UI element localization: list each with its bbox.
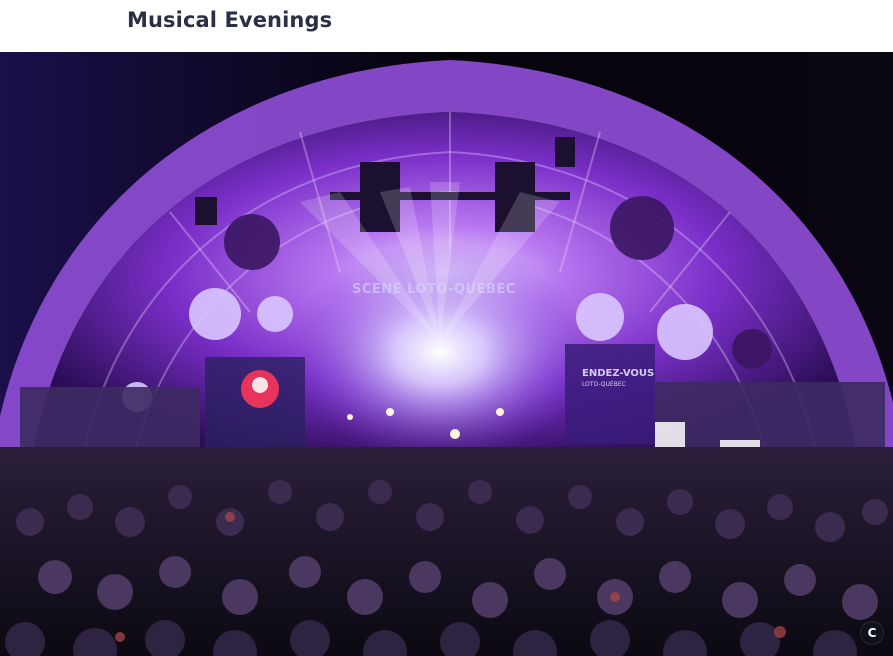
- concert-photo: SCENE LOTO-QUEBEC ENDEZ-VOUS LOTO-QUÉBEC…: [0, 52, 893, 656]
- side-banner-main: ENDEZ-VOUS: [582, 368, 655, 379]
- side-banner-sub: LOTO-QUÉBEC: [582, 381, 626, 388]
- concert-scene-illustration: [0, 52, 893, 656]
- page-title: Musical Evenings: [127, 8, 333, 32]
- page-header: Musical Evenings: [0, 0, 893, 52]
- side-banner: ENDEZ-VOUS LOTO-QUÉBEC: [582, 368, 654, 390]
- stage-sign-text: SCENE LOTO-QUEBEC: [352, 282, 516, 297]
- corner-badge-icon[interactable]: C: [861, 622, 883, 644]
